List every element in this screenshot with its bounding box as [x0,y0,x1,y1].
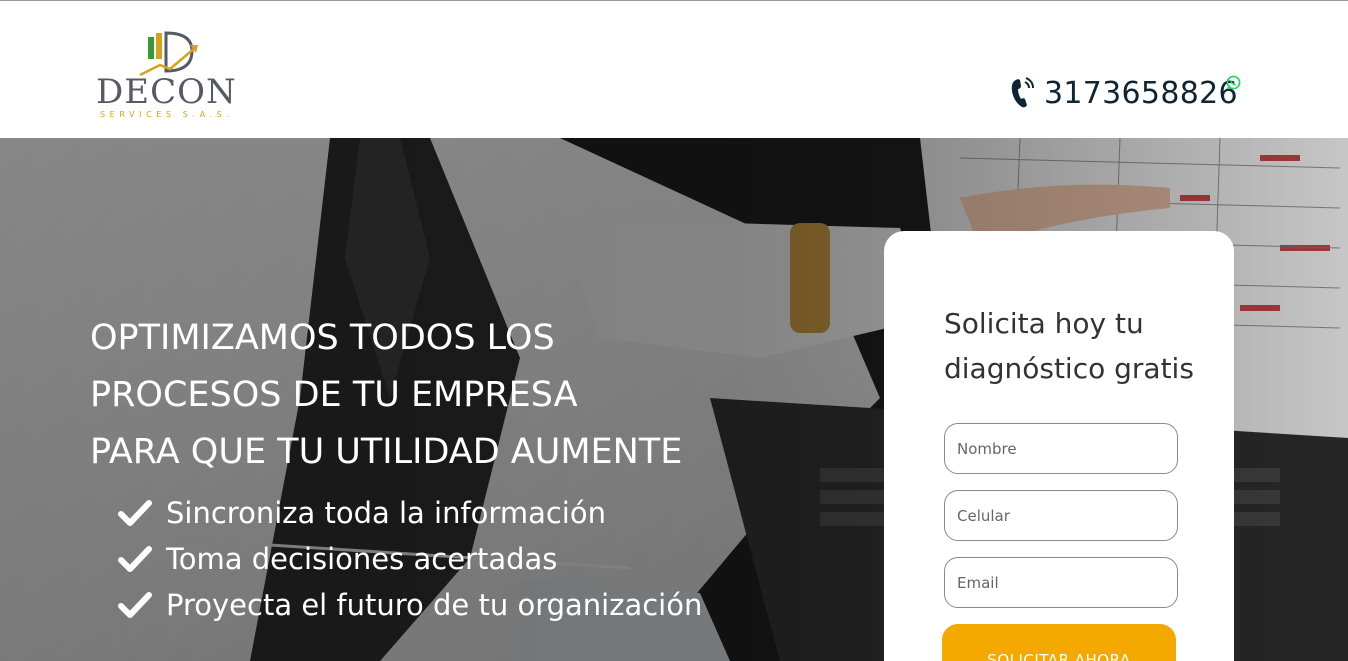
hero-headline: OPTIMIZAMOS TODOS LOS PROCESOS DE TU EMP… [90,310,682,481]
diagnostic-form-card: Solicita hoy tu diagnóstico gratis SOLIC… [884,231,1234,661]
headline-line-3: PARA QUE TU UTILIDAD AUMENTE [90,432,683,472]
checkmark-icon [118,592,152,618]
benefit-text: Sincroniza toda la información [166,496,606,530]
form-title: Solicita hoy tu diagnóstico gratis [944,307,1194,385]
checkmark-icon [118,546,152,572]
hero-section: OPTIMIZAMOS TODOS LOS PROCESOS DE TU EMP… [0,138,1348,661]
decon-logo[interactable]: DECON SERVICES S.A.S. [96,31,246,125]
headline-line-2: PROCESOS DE TU EMPRESA [90,375,578,415]
phone-input[interactable] [944,490,1178,541]
whatsapp-icon[interactable] [1226,75,1241,90]
email-input[interactable] [944,557,1178,608]
benefit-item: Toma decisiones acertadas [118,536,702,582]
benefit-item: Sincroniza toda la información [118,490,702,536]
phone-icon [1011,77,1034,108]
benefit-text: Toma decisiones acertadas [166,542,558,576]
checkmark-icon [118,500,152,526]
logo-wordmark: DECON [96,72,237,112]
phone-contact[interactable]: 3173658826 [1010,73,1241,113]
name-input[interactable] [944,423,1178,474]
benefit-item: Proyecta el futuro de tu organización [118,582,702,628]
benefits-list: Sincroniza toda la información Toma deci… [118,490,702,628]
phone-number: 3173658826 [1044,75,1238,111]
headline-line-1: OPTIMIZAMOS TODOS LOS [90,318,555,358]
site-header: DECON SERVICES S.A.S. 3173658826 [0,1,1348,138]
benefit-text: Proyecta el futuro de tu organización [166,588,703,622]
submit-button[interactable]: SOLICITAR AHORA [942,624,1176,661]
logo-subtitle: SERVICES S.A.S. [100,110,234,119]
